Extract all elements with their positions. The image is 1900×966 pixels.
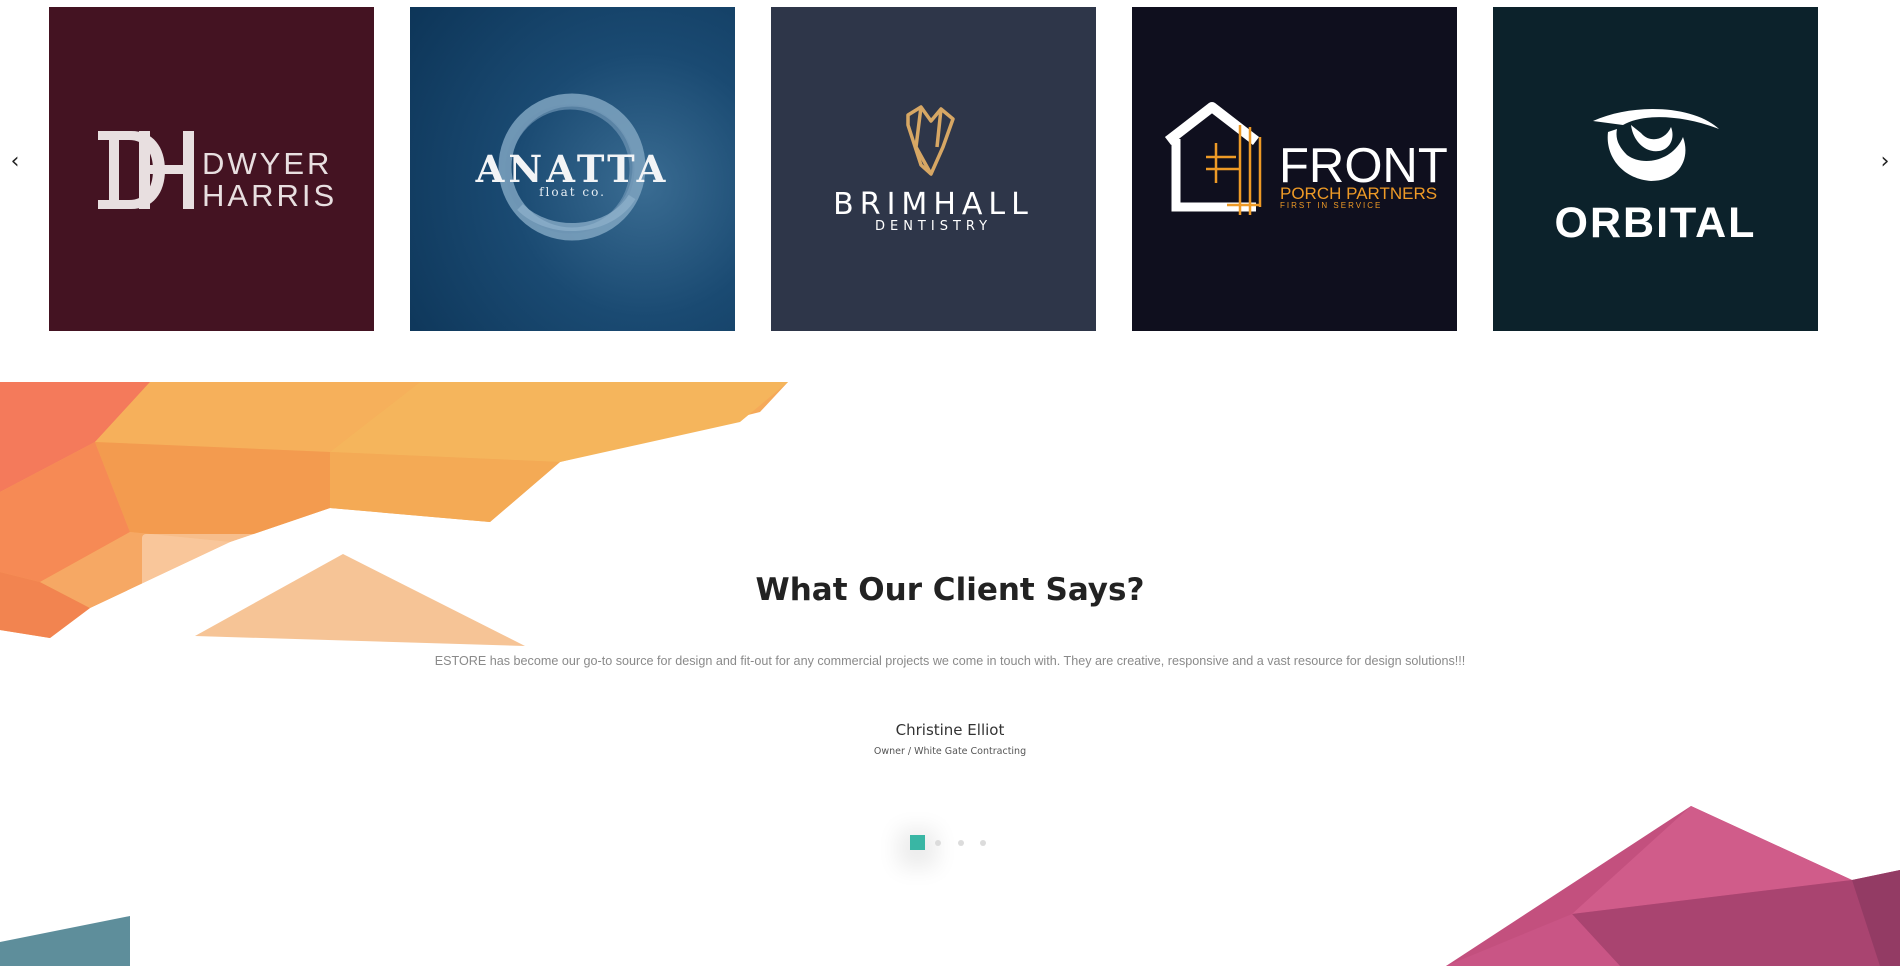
carousel-prev-arrow-icon[interactable]: ‹ [3,150,27,174]
section-title: What Our Client Says? [755,572,1145,608]
brimhall-name: BRIMHALL [833,187,1034,222]
pagination-dot-1[interactable] [910,835,925,850]
dwyer-harris-name: DWYER HARRIS [202,146,338,213]
pagination-dot-3[interactable] [958,840,964,846]
pagination-dot-4[interactable] [980,840,986,846]
decorative-polygons-icon [0,382,1900,966]
testimonial-role: Owner / White Gate Contracting [873,746,1027,757]
logo-tile-dwyer-harris[interactable]: DWYER HARRIS [49,7,374,331]
logo-tile-orbital[interactable]: ORBITAL [1493,7,1818,331]
logo-tile-brimhall[interactable]: BRIMHALL DENTISTRY [771,7,1096,331]
logo-tile-anatta[interactable]: ANATTA float co. [410,7,735,331]
anatta-subtitle: float co. [539,185,606,199]
testimonial-author: Christine Elliot [895,721,1005,739]
orbital-name: ORBITAL [1554,199,1757,247]
brimhall-subtitle: DENTISTRY [874,219,993,234]
eye-icon [1593,109,1719,181]
front-porch-tagline: FIRST IN SERVICE [1280,201,1383,210]
testimonial-quote: ESTORE has become our go-to source for d… [434,654,1466,668]
logo-tile-front-porch[interactable]: FRONT PORCH PARTNERS FIRST IN SERVICE [1132,7,1457,331]
carousel-next-arrow-icon[interactable]: › [1873,150,1897,174]
pagination-dot-2[interactable] [935,840,941,846]
tooth-icon [906,105,955,176]
